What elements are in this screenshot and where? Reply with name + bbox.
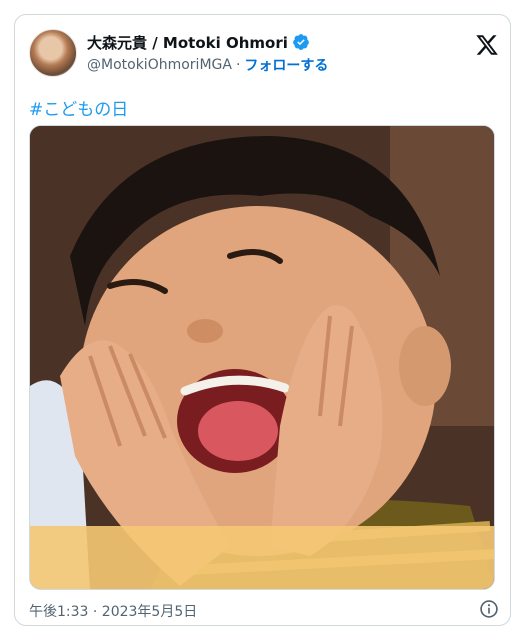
author-handle-row: @MotokiOhmoriMGA · フォローする: [87, 55, 328, 75]
author-display-name[interactable]: 大森元貴 / Motoki Ohmori: [87, 32, 288, 53]
tweet-photo[interactable]: [29, 125, 495, 590]
follow-button[interactable]: フォローする: [244, 55, 328, 75]
profile-avatar[interactable]: [29, 29, 77, 77]
tweet-header: 大森元貴 / Motoki Ohmori @MotokiOhmoriMGA · …: [29, 29, 499, 79]
tweet-embed-card: 大森元貴 / Motoki Ohmori @MotokiOhmoriMGA · …: [14, 14, 511, 626]
tweet-footer: 午後1:33 · 2023年5月5日: [29, 599, 499, 621]
tweet-hashtag[interactable]: #こどもの日: [29, 95, 128, 120]
separator-dot: ·: [235, 57, 241, 73]
tweet-timestamp[interactable]: 午後1:33 · 2023年5月5日: [29, 601, 197, 621]
x-logo-icon[interactable]: [475, 33, 499, 57]
verified-badge-icon: [292, 34, 309, 50]
photo-illustration: [30, 126, 494, 589]
author-handle[interactable]: @MotokiOhmoriMGA: [87, 57, 232, 73]
info-icon[interactable]: [479, 599, 499, 619]
author-name-row: 大森元貴 / Motoki Ohmori: [87, 31, 310, 53]
